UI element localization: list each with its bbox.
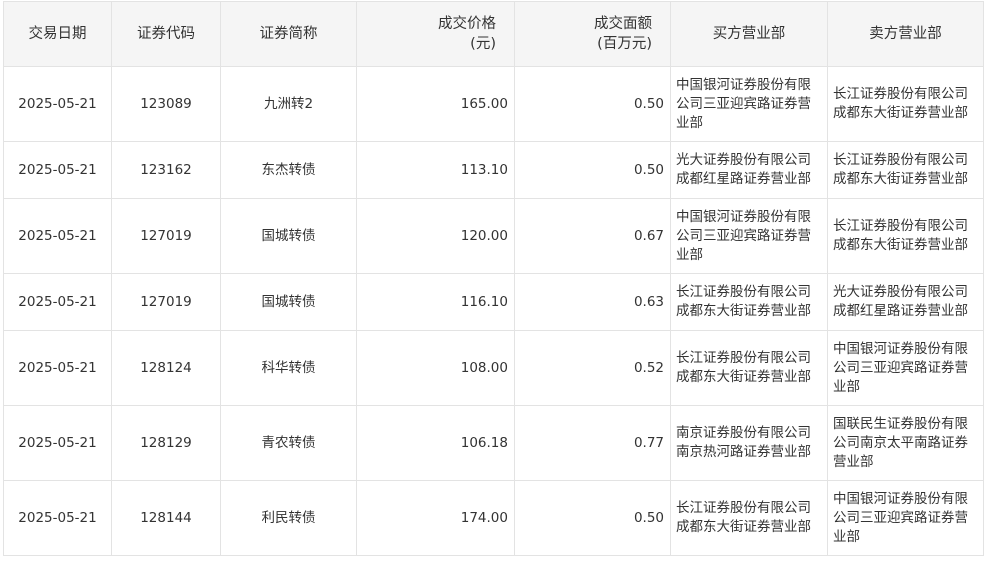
table-row: 2025-05-21 127019 国城转债 116.10 0.63 长江证券股… [3,273,984,331]
column-header-buyer-branch[interactable]: 买方营业部 [670,1,828,67]
table-row: 2025-05-21 123162 东杰转债 113.10 0.50 光大证券股… [3,141,984,199]
amount-cell: 0.50 [514,66,671,142]
seller-branch-cell: 光大证券股份有限公司成都红星路证券营业部 [827,273,984,331]
trade-date-cell: 2025-05-21 [3,405,112,481]
buyer-branch-cell: 长江证券股份有限公司成都东大街证券营业部 [670,273,828,331]
amount-cell: 0.50 [514,480,671,556]
column-header-trade-date[interactable]: 交易日期 [3,1,112,67]
trade-date-cell: 2025-05-21 [3,66,112,142]
buyer-branch-cell: 中国银河证券股份有限公司三亚迎宾路证券营业部 [670,198,828,274]
table-row: 2025-05-21 128144 利民转债 174.00 0.50 长江证券股… [3,480,984,556]
trade-date-cell: 2025-05-21 [3,273,112,331]
table-row: 2025-05-21 128124 科华转债 108.00 0.52 长江证券股… [3,330,984,406]
amount-cell: 0.77 [514,405,671,481]
table-row: 2025-05-21 128129 青农转债 106.18 0.77 南京证券股… [3,405,984,481]
column-header-label: 成交面额 [594,16,652,32]
trade-date-cell: 2025-05-21 [3,141,112,199]
security-name-cell: 科华转债 [220,330,357,406]
price-cell: 120.00 [356,198,515,274]
trade-date-cell: 2025-05-21 [3,198,112,274]
price-cell: 113.10 [356,141,515,199]
security-code-cell: 123162 [111,141,221,199]
security-name-cell: 利民转债 [220,480,357,556]
seller-branch-cell: 长江证券股份有限公司成都东大街证券营业部 [827,66,984,142]
amount-cell: 0.67 [514,198,671,274]
column-header-security-code[interactable]: 证券代码 [111,1,221,67]
column-header-label: 证券简称 [259,26,318,42]
column-header-label: 买方营业部 [712,26,786,42]
column-header-label: 交易日期 [28,26,87,42]
buyer-branch-cell: 长江证券股份有限公司成都东大街证券营业部 [670,330,828,406]
buyer-branch-cell: 南京证券股份有限公司南京热河路证券营业部 [670,405,828,481]
security-name-cell: 国城转债 [220,198,357,274]
price-cell: 174.00 [356,480,515,556]
buyer-branch-cell: 中国银河证券股份有限公司三亚迎宾路证券营业部 [670,66,828,142]
amount-cell: 0.52 [514,330,671,406]
table-row: 2025-05-21 123089 九洲转2 165.00 0.50 中国银河证… [3,66,984,142]
seller-branch-cell: 长江证券股份有限公司成都东大街证券营业部 [827,198,984,274]
security-name-cell: 国城转债 [220,273,357,331]
trade-date-cell: 2025-05-21 [3,480,112,556]
seller-branch-cell: 长江证券股份有限公司成都东大街证券营业部 [827,141,984,199]
table-row: 2025-05-21 127019 国城转债 120.00 0.67 中国银河证… [3,198,984,274]
security-code-cell: 123089 [111,66,221,142]
column-header-unit: (百万元) [597,36,652,52]
price-cell: 116.10 [356,273,515,331]
security-code-cell: 128124 [111,330,221,406]
column-header-label: 成交价格 [438,16,496,32]
security-name-cell: 东杰转债 [220,141,357,199]
buyer-branch-cell: 长江证券股份有限公司成都东大街证券营业部 [670,480,828,556]
security-code-cell: 127019 [111,273,221,331]
security-code-cell: 128144 [111,480,221,556]
seller-branch-cell: 中国银河证券股份有限公司三亚迎宾路证券营业部 [827,480,984,556]
price-cell: 108.00 [356,330,515,406]
column-header-unit: (元) [470,36,496,52]
price-cell: 106.18 [356,405,515,481]
trade-date-cell: 2025-05-21 [3,330,112,406]
security-name-cell: 青农转债 [220,405,357,481]
column-header-price[interactable]: 成交价格 (元) [356,1,515,67]
column-header-label: 卖方营业部 [869,26,942,42]
security-code-cell: 128129 [111,405,221,481]
price-cell: 165.00 [356,66,515,142]
column-header-security-name[interactable]: 证券简称 [220,1,357,67]
column-header-label: 证券代码 [137,26,195,42]
column-header-amount[interactable]: 成交面额 (百万元) [514,1,671,67]
security-name-cell: 九洲转2 [220,66,357,142]
buyer-branch-cell: 光大证券股份有限公司成都红星路证券营业部 [670,141,828,199]
amount-cell: 0.63 [514,273,671,331]
security-code-cell: 127019 [111,198,221,274]
seller-branch-cell: 中国银河证券股份有限公司三亚迎宾路证券营业部 [827,330,984,406]
block-trade-table: 交易日期 证券代码 证券简称 成交价格 (元) 成交面额 (百万元) 买方营业部… [3,1,984,556]
amount-cell: 0.50 [514,141,671,199]
column-header-seller-branch[interactable]: 卖方营业部 [827,1,984,67]
table-header-row: 交易日期 证券代码 证券简称 成交价格 (元) 成交面额 (百万元) 买方营业部… [3,1,984,67]
seller-branch-cell: 国联民生证券股份有限公司南京太平南路证券营业部 [827,405,984,481]
